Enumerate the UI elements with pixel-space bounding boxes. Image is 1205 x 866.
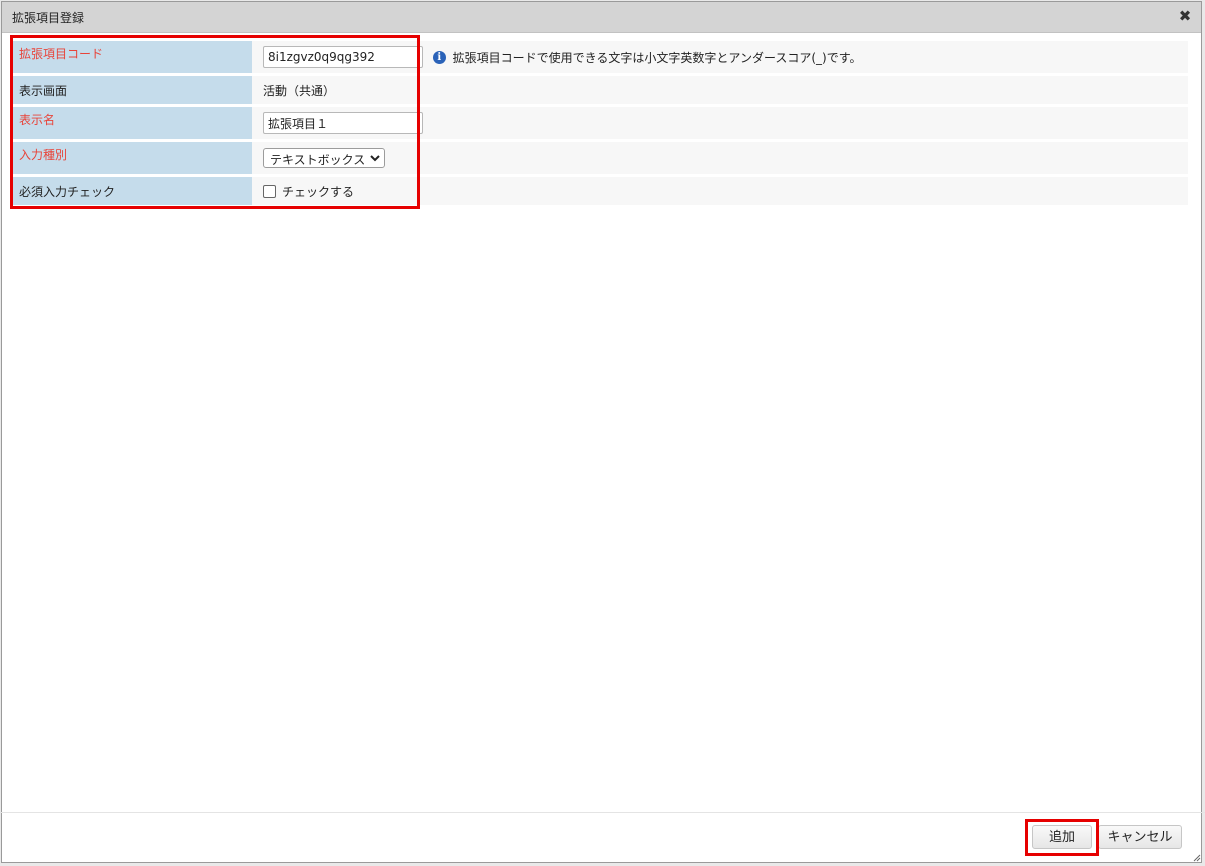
form-row-display-name: 表示名	[13, 107, 1188, 139]
resize-grip-icon[interactable]	[1191, 852, 1201, 862]
form-row-input-type: 入力種別 テキストボックス	[13, 142, 1188, 174]
form-row-screen: 表示画面 活動（共通）	[13, 76, 1188, 104]
form-row-code: 拡張項目コード i 拡張項目コードで使用できる文字は小文字英数字とアンダースコア…	[13, 41, 1188, 73]
code-input[interactable]	[263, 46, 423, 68]
info-icon: i	[432, 50, 446, 64]
screen-label: 表示画面	[13, 76, 252, 104]
input-type-label: 入力種別	[13, 142, 252, 174]
screen-value: 活動（共通）	[252, 76, 1188, 104]
add-button[interactable]: 追加	[1032, 825, 1092, 849]
close-icon[interactable]: ✖	[1177, 7, 1193, 25]
code-hint: 拡張項目コードで使用できる文字は小文字英数字とアンダースコア(_)です。	[452, 50, 862, 65]
display-name-input[interactable]	[263, 112, 423, 134]
input-type-selected: テキストボックス	[270, 153, 366, 167]
cancel-button[interactable]: キャンセル	[1098, 825, 1182, 849]
input-type-select[interactable]: テキストボックス	[263, 148, 385, 168]
item-form: 拡張項目コード i 拡張項目コードで使用できる文字は小文字英数字とアンダースコア…	[13, 38, 1188, 208]
dialog-titlebar: 拡張項目登録 ✖	[2, 2, 1201, 33]
required-label: 必須入力チェック	[13, 177, 252, 205]
dialog-footer	[0, 812, 1205, 813]
required-checkbox[interactable]	[263, 184, 276, 198]
chevron-down-icon	[370, 155, 380, 162]
required-checkbox-label[interactable]: チェックする	[282, 185, 354, 199]
code-label: 拡張項目コード	[13, 41, 252, 73]
display-name-label: 表示名	[13, 107, 252, 139]
form-row-required: 必須入力チェック チェックする	[13, 177, 1188, 205]
dialog-title: 拡張項目登録	[12, 11, 85, 25]
